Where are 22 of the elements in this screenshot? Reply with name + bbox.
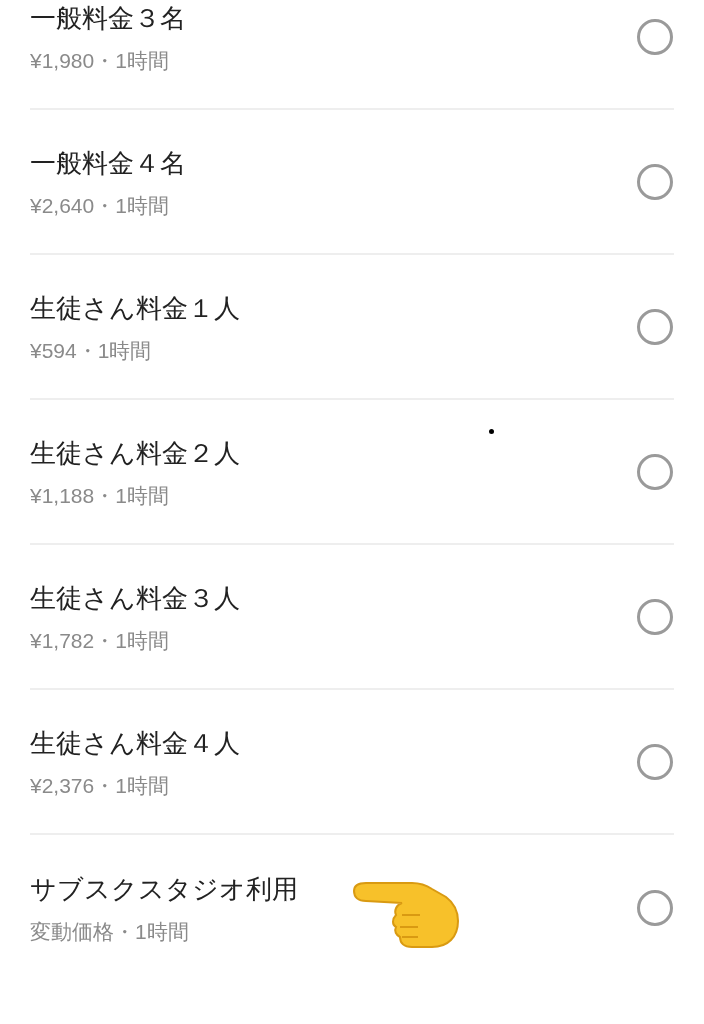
radio-button[interactable] <box>637 308 673 345</box>
option-title: サブスクスタジオ利用 <box>30 872 298 905</box>
option-title: 生徒さん料金３人 <box>30 581 240 614</box>
option-title: 生徒さん料金１人 <box>30 291 240 324</box>
option-detail: ¥594・1時間 <box>30 337 152 364</box>
option-title: 生徒さん料金４人 <box>30 726 240 759</box>
option-title: 一般料金３名 <box>30 1 186 34</box>
option-detail: ¥1,782・1時間 <box>30 627 169 654</box>
option-detail: ¥2,376・1時間 <box>30 772 169 799</box>
option-detail: ¥1,980・1時間 <box>30 47 169 74</box>
radio-button[interactable] <box>637 743 673 780</box>
option-detail: ¥2,640・1時間 <box>30 192 169 219</box>
radio-button[interactable] <box>637 453 673 490</box>
radio-button[interactable] <box>637 163 673 200</box>
radio-button[interactable] <box>637 889 673 926</box>
dot-mark <box>489 429 494 434</box>
option-detail: ¥1,188・1時間 <box>30 482 169 509</box>
option-detail: 変動価格・1時間 <box>30 918 189 945</box>
radio-button[interactable] <box>637 18 673 55</box>
radio-button[interactable] <box>637 598 673 635</box>
option-title: 生徒さん料金２人 <box>30 436 240 469</box>
option-title: 一般料金４名 <box>30 146 186 179</box>
